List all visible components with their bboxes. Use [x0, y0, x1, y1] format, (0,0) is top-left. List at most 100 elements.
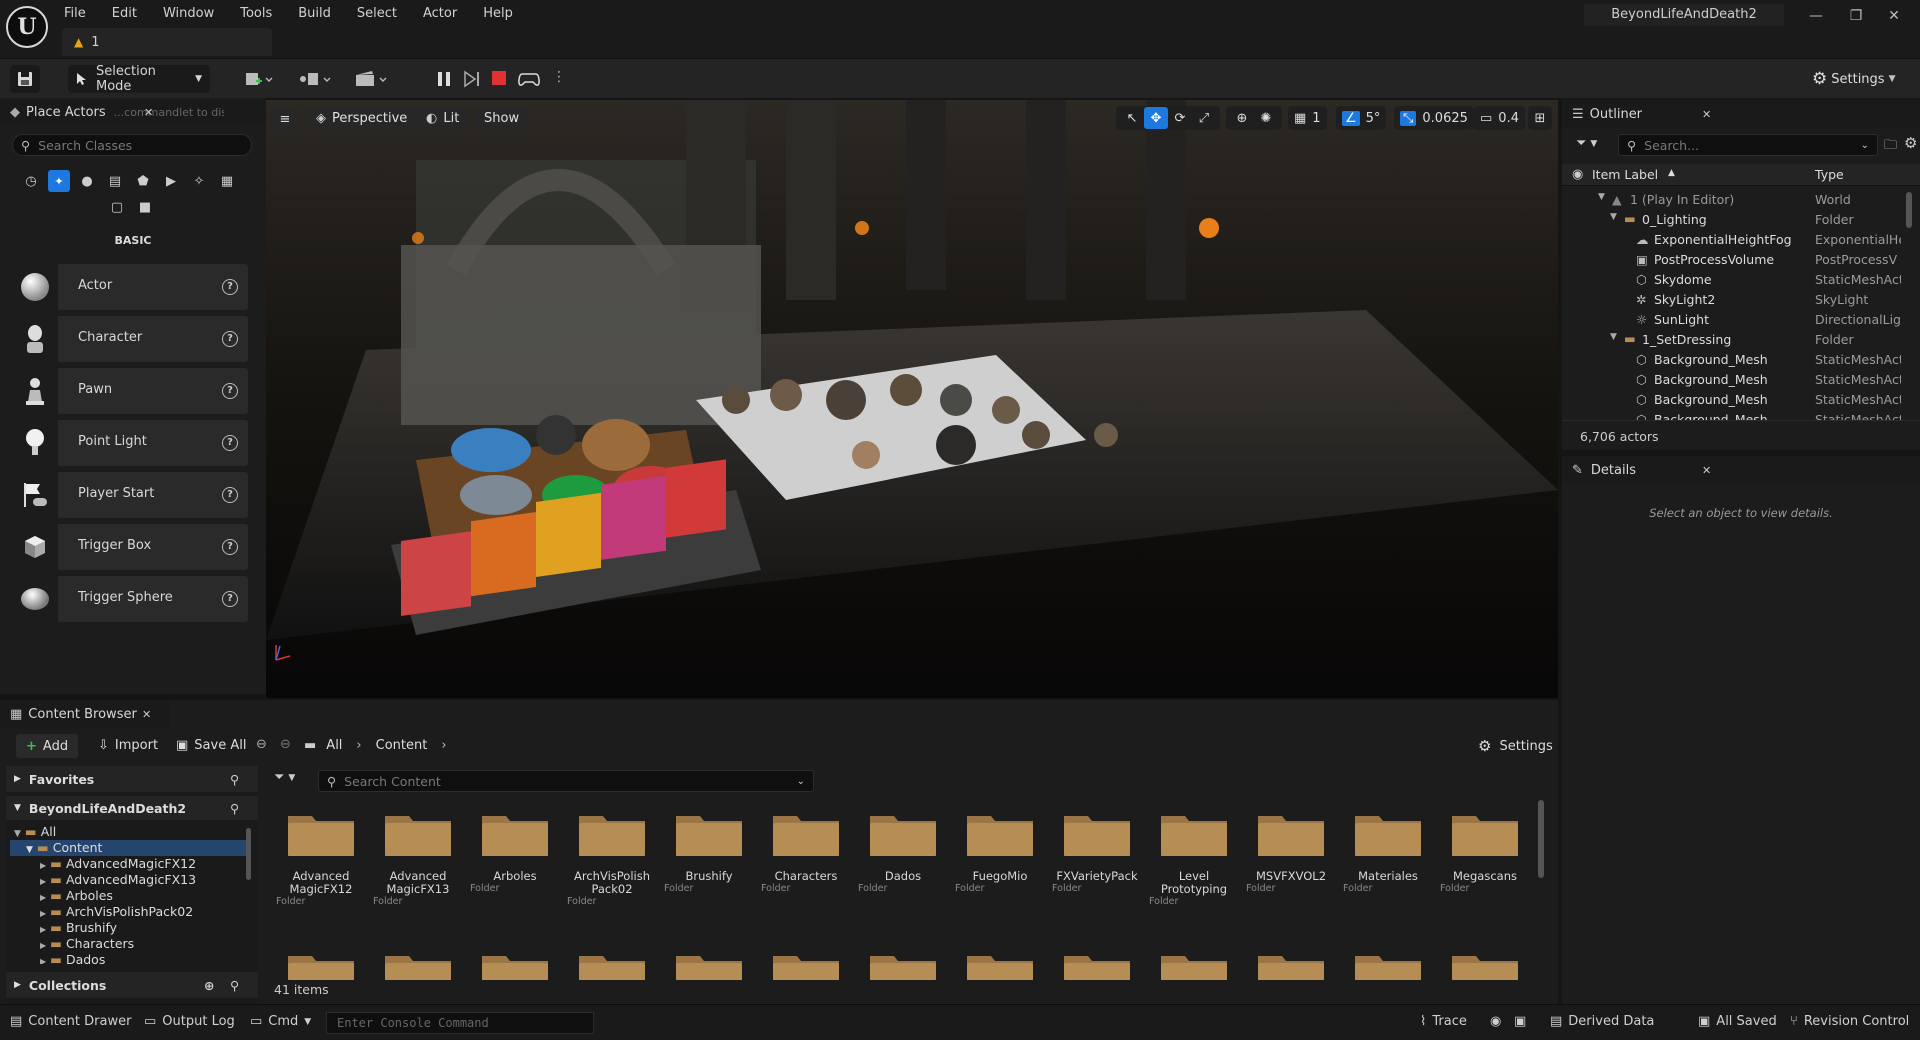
actor-item-character[interactable]: Character ? — [12, 316, 248, 362]
surface-snap-icon[interactable]: ✺ — [1254, 107, 1278, 129]
world-icon[interactable]: ⊕ — [1230, 107, 1254, 129]
basic-category-icon[interactable]: ✦ — [48, 170, 70, 192]
outliner-row[interactable]: ☁ ExponentialHeightFog ExponentialHe — [1562, 230, 1920, 250]
lit-button[interactable]: ◐ Lit — [416, 106, 470, 130]
folder-tile-partial[interactable] — [577, 950, 647, 980]
actor-item-actor[interactable]: Actor ? — [12, 264, 248, 310]
folder-tile-partial[interactable] — [383, 950, 453, 980]
folder-tile-partial[interactable] — [1450, 950, 1520, 980]
layout-icon[interactable]: ⊞ — [1528, 106, 1552, 130]
close-window-icon[interactable]: ✕ — [1884, 6, 1904, 26]
outliner-row[interactable]: ⬡ Background_Mesh StaticMeshAct — [1562, 350, 1920, 370]
select-icon[interactable]: ↖ — [1120, 107, 1144, 129]
lights-icon[interactable]: ● — [76, 170, 98, 192]
outliner-row[interactable]: ▼ ▲ 1 (Play In Editor) World — [1562, 190, 1920, 210]
filter-button[interactable]: ⏷ ▼ — [1576, 136, 1597, 151]
help-icon[interactable]: ? — [222, 591, 238, 607]
search-icon[interactable]: ⚲ — [230, 801, 239, 816]
tree-scrollbar[interactable] — [246, 828, 251, 880]
search-classes-input[interactable]: ⚲ Search Classes — [12, 134, 252, 156]
folder-tile[interactable]: Megascans Folder — [1440, 810, 1530, 894]
scale-snap[interactable]: ⤡ 0.0625 — [1394, 106, 1474, 130]
perspective-button[interactable]: ◈ Perspective — [306, 106, 418, 130]
tree-item[interactable]: ▶ ▬ AdvancedMagicFX13 — [40, 872, 196, 888]
favorites-section[interactable]: ▶ Favorites ⚲ — [6, 766, 258, 792]
type-header[interactable]: Type — [1815, 167, 1844, 182]
unreal-logo-icon[interactable]: U — [6, 6, 48, 48]
help-icon[interactable]: ? — [222, 331, 238, 347]
shapes-icon[interactable]: ▤ — [104, 170, 126, 192]
geometry-icon[interactable]: ▢ — [106, 196, 128, 218]
outliner-row[interactable]: ⬡ Background_Mesh StaticMeshAct — [1562, 410, 1920, 420]
folder-tile[interactable]: Characters Folder — [761, 810, 851, 894]
content-filter-button[interactable]: ⏷ ▼ — [274, 770, 295, 785]
folder-tile[interactable]: FXVarietyPack Folder — [1052, 810, 1142, 894]
scale-icon[interactable]: ⤢ — [1192, 107, 1216, 129]
level-tab[interactable]: ▲ 1 — [62, 28, 272, 56]
mesh-icon[interactable]: ■ — [134, 196, 156, 218]
actor-item-trigger-sphere[interactable]: Trigger Sphere ? — [12, 576, 248, 622]
outliner-row[interactable]: ⬡ Background_Mesh StaticMeshAct — [1562, 390, 1920, 410]
outliner-row[interactable]: ▼ ▬ 1_SetDressing Folder — [1562, 330, 1920, 350]
pause-icon[interactable] — [436, 70, 452, 88]
selection-mode-dropdown[interactable]: Selection Mode ▼ — [68, 64, 210, 94]
outliner-scrollbar[interactable] — [1906, 192, 1912, 228]
breadcrumb-all[interactable]: All — [326, 738, 342, 753]
help-icon[interactable]: ? — [222, 279, 238, 295]
folder-tile-partial[interactable] — [1062, 950, 1132, 980]
menu-select[interactable]: Select — [357, 6, 397, 21]
folder-tile-partial[interactable] — [1353, 950, 1423, 980]
grid-snap[interactable]: ▦ 1 — [1288, 106, 1327, 130]
camera-icon[interactable]: ▣ — [1514, 1014, 1526, 1029]
record-icon[interactable]: ◉ — [1490, 1014, 1501, 1029]
folder-tile[interactable]: Materiales Folder — [1343, 810, 1433, 894]
visual-effects-icon[interactable]: ⬟ — [132, 170, 154, 192]
folder-tile[interactable]: MSVFXVOL2 Folder — [1246, 810, 1336, 894]
output-log-button[interactable]: ▭ Output Log — [144, 1014, 235, 1029]
content-browser-tab[interactable]: ▦ Content Browser ✕ — [0, 700, 170, 728]
add-collection-icon[interactable]: ⊕ — [204, 978, 214, 993]
gamepad-icon[interactable] — [518, 71, 540, 87]
close-icon[interactable]: ✕ — [144, 106, 153, 119]
menu-file[interactable]: File — [64, 6, 86, 21]
actor-item-trigger-box[interactable]: Trigger Box ? — [12, 524, 248, 570]
breadcrumb-content[interactable]: Content — [376, 738, 428, 753]
folder-tile[interactable]: FuegoMio Folder — [955, 810, 1045, 894]
close-icon[interactable]: ✕ — [142, 708, 151, 721]
details-tab[interactable]: ✎ Details ✕ — [1562, 456, 1920, 484]
rotate-icon[interactable]: ⟳ — [1168, 107, 1192, 129]
recent-icon[interactable]: ◷ — [20, 170, 42, 192]
cmd-dropdown[interactable]: ▭ Cmd ▼ — [250, 1014, 311, 1029]
search-icon[interactable]: ⚲ — [230, 978, 239, 993]
add-button[interactable]: + Add — [16, 734, 79, 758]
close-icon[interactable]: ✕ — [1702, 108, 1711, 121]
outliner-row[interactable]: ✲ SkyLight2 SkyLight — [1562, 290, 1920, 310]
folder-tile-partial[interactable] — [868, 950, 938, 980]
menu-tools[interactable]: Tools — [240, 6, 272, 21]
rotation-snap[interactable]: ∠ 5° — [1336, 106, 1387, 130]
tree-item[interactable]: ▶ ▬ Arboles — [40, 888, 113, 904]
back-icon[interactable]: ⊖ — [256, 737, 267, 752]
move-icon[interactable]: ✥ — [1144, 107, 1168, 129]
folder-tile-partial[interactable] — [286, 950, 356, 980]
tree-item[interactable]: ▶ ▬ Dados — [40, 952, 105, 964]
help-icon[interactable]: ? — [222, 383, 238, 399]
settings-button[interactable]: ⚙ Settings ▼ — [1812, 69, 1896, 89]
derived-data-button[interactable]: ▤ Derived Data — [1550, 1014, 1654, 1029]
folder-tile[interactable]: Advanced MagicFX12 Folder — [276, 810, 366, 907]
folder-tile-partial[interactable] — [674, 950, 744, 980]
tree-item[interactable]: ▶ ▬ ArchVisPolishPack02 — [40, 904, 193, 920]
camera-speed[interactable]: ▭ 0.4 — [1474, 106, 1525, 130]
revision-control-button[interactable]: ⑂ Revision Control — [1790, 1014, 1909, 1029]
stop-icon[interactable] — [492, 71, 506, 85]
folder-tile[interactable]: Advanced MagicFX13 Folder — [373, 810, 463, 907]
expand-arrow-icon[interactable]: ▼ — [1598, 192, 1605, 202]
folder-tile-partial[interactable] — [1159, 950, 1229, 980]
menu-help[interactable]: Help — [483, 6, 513, 21]
folder-tile-partial[interactable] — [1256, 950, 1326, 980]
trace-button[interactable]: ⌇ Trace — [1420, 1014, 1467, 1029]
blueprint-icon[interactable] — [298, 69, 334, 89]
restore-icon[interactable]: ❐ — [1846, 6, 1866, 26]
actor-item-point-light[interactable]: Point Light ? — [12, 420, 248, 466]
help-icon[interactable]: ? — [222, 435, 238, 451]
